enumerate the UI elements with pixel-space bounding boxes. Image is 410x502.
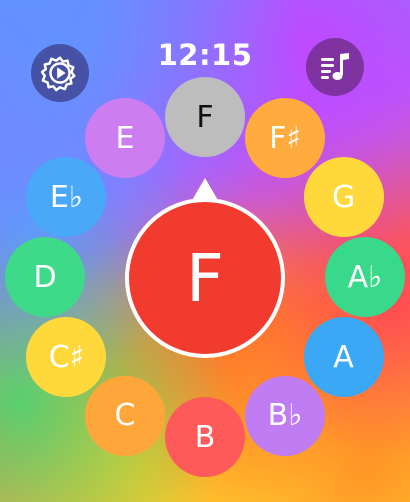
note-button[interactable]: F♯ <box>245 98 325 179</box>
note-button[interactable]: B <box>165 397 245 477</box>
music-list-icon <box>321 53 349 80</box>
note-button[interactable]: D <box>5 237 85 317</box>
settings-button[interactable] <box>31 44 89 102</box>
note-button[interactable]: A♭ <box>325 237 405 317</box>
current-note-circle[interactable]: F <box>125 198 285 358</box>
tuner-screen: 12:15 F F♯ G A♭ A B♭ B C C♯ D E♭ E F <box>0 0 410 502</box>
note-button[interactable]: G <box>303 157 384 237</box>
note-button[interactable]: F <box>165 77 245 157</box>
gear-play-icon <box>41 56 76 92</box>
note-button[interactable]: E <box>85 98 165 179</box>
note-button[interactable]: C♯ <box>26 317 107 397</box>
note-button[interactable]: B♭ <box>245 375 325 456</box>
note-button[interactable]: E♭ <box>26 157 107 237</box>
note-button[interactable]: C <box>85 375 165 456</box>
current-note-display: F <box>125 178 285 358</box>
music-library-button[interactable] <box>306 38 364 96</box>
note-button[interactable]: A <box>303 317 384 397</box>
